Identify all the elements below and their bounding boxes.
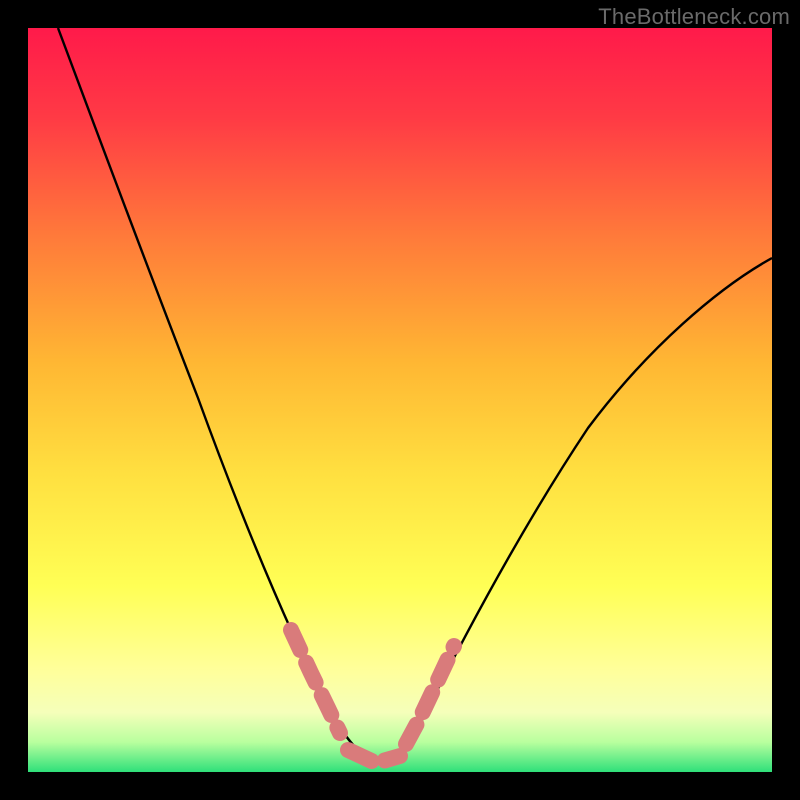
chart-frame [28, 28, 772, 772]
chart-svg [28, 28, 772, 772]
gradient-background [28, 28, 772, 772]
watermark-text: TheBottleneck.com [598, 4, 790, 30]
